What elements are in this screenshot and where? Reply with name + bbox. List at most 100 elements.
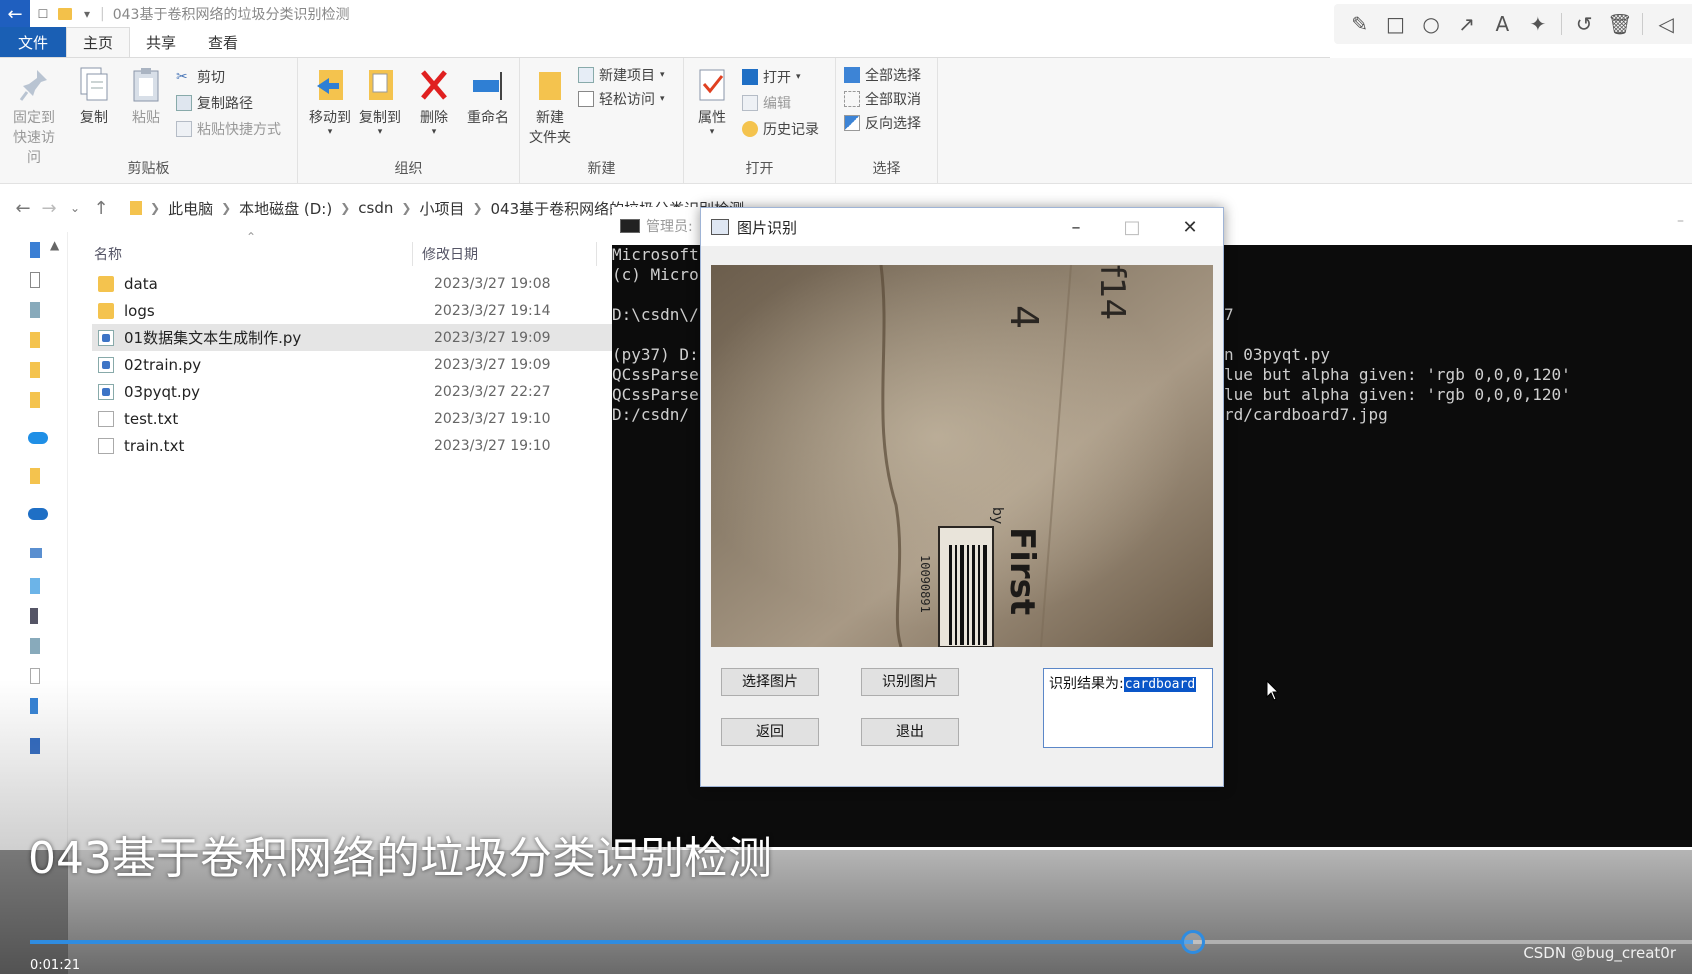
file-row-03pyqt[interactable]: 03pyqt.py 2023/3/27 22:27 xyxy=(92,378,612,405)
edit-button[interactable]: 编辑 xyxy=(742,92,791,114)
minimize-icon[interactable]: – xyxy=(1677,213,1684,229)
breadcrumb-separator: ❯ xyxy=(472,201,483,215)
magic-wand-icon[interactable]: ✦ xyxy=(1525,11,1551,37)
file-row-01-dataset-script[interactable]: 01数据集文本生成制作.py 2023/3/27 19:09 xyxy=(92,324,612,351)
select-none-button[interactable]: 全部取消 xyxy=(844,88,921,110)
breadcrumb-this-pc[interactable]: 此电脑 xyxy=(168,198,213,219)
back-button[interactable]: 返回 xyxy=(721,718,819,746)
copy-to-button[interactable]: 复制到 ▾ xyxy=(354,66,406,137)
ribbon-tabs: 文件 主页 共享 查看 xyxy=(0,27,1330,58)
video-icon[interactable] xyxy=(30,608,38,624)
file-row-02train[interactable]: 02train.py 2023/3/27 19:09 xyxy=(92,351,612,378)
file-row-data[interactable]: data 2023/3/27 19:08 xyxy=(92,270,612,297)
back-arrow-icon[interactable]: ← xyxy=(10,198,36,219)
tab-share[interactable]: 共享 xyxy=(130,27,192,57)
undo-icon[interactable]: ↺ xyxy=(1571,11,1597,37)
column-divider[interactable] xyxy=(596,242,597,266)
history-label: 历史记录 xyxy=(763,122,819,138)
console-line: QCssParse xyxy=(612,365,699,384)
chevron-down-icon[interactable]: ⌄ xyxy=(62,201,88,215)
edit-icon xyxy=(742,95,758,111)
rectangle-icon[interactable]: □ xyxy=(1382,11,1408,37)
breadcrumb-csdn[interactable]: csdn xyxy=(358,199,393,217)
breadcrumb-drive-d[interactable]: 本地磁盘 (D:) xyxy=(239,198,332,219)
photo-text-brand: First xyxy=(1002,527,1042,615)
save-icon[interactable]: ☐ xyxy=(34,5,52,23)
select-image-button[interactable]: 选择图片 xyxy=(721,668,819,696)
cut-button[interactable]: ✂ 剪切 xyxy=(176,66,225,88)
copy-button[interactable]: 复制 xyxy=(68,66,120,128)
tab-file[interactable]: 文件 xyxy=(0,27,67,57)
onedrive-icon[interactable] xyxy=(28,508,48,520)
image-recognition-dialog[interactable]: 图片识别 – □ ✕ 4 f14 10090891 by First 选择图片 … xyxy=(700,207,1224,787)
quick-access-icon[interactable] xyxy=(30,242,40,258)
paste-label: 粘贴 xyxy=(132,110,160,126)
folder-icon[interactable] xyxy=(30,332,40,348)
picture-icon[interactable] xyxy=(30,302,40,318)
speaker-icon[interactable]: ◁ xyxy=(1653,11,1679,37)
computer-icon[interactable] xyxy=(30,548,42,558)
new-item-icon xyxy=(578,67,594,83)
delete-button[interactable]: 删除 ▾ xyxy=(408,66,460,137)
move-to-button[interactable]: 移动到 ▾ xyxy=(304,66,356,137)
move-to-label: 移动到 xyxy=(309,110,351,126)
close-icon[interactable]: ✕ xyxy=(1163,208,1217,246)
python-file-icon xyxy=(98,383,114,400)
result-text-box[interactable]: 识别结果为:cardboard xyxy=(1043,668,1213,748)
new-item-button[interactable]: 新建项目 ▾ xyxy=(578,64,665,86)
pencil-icon[interactable]: ✎ xyxy=(1347,11,1373,37)
copy-path-button[interactable]: 复制路径 xyxy=(176,92,253,114)
easy-access-button[interactable]: 轻松访问 ▾ xyxy=(578,88,665,110)
folder-icon[interactable] xyxy=(30,468,40,484)
3d-objects-icon[interactable] xyxy=(30,578,40,594)
exit-button[interactable]: 退出 xyxy=(861,718,959,746)
arrow-icon[interactable]: ↗ xyxy=(1454,11,1480,37)
file-row-train-txt[interactable]: train.txt 2023/3/27 19:10 xyxy=(92,432,612,459)
file-row-test-txt[interactable]: test.txt 2023/3/27 19:10 xyxy=(92,405,612,432)
history-button[interactable]: 历史记录 xyxy=(742,118,819,140)
maximize-icon[interactable]: □ xyxy=(1105,208,1159,246)
recognize-image-button[interactable]: 识别图片 xyxy=(861,668,959,696)
folder-icon[interactable] xyxy=(30,392,40,408)
cardboard-photo: 4 f14 10090891 by First xyxy=(711,265,1213,647)
paste-shortcut-button[interactable]: 粘贴快捷方式 xyxy=(176,118,281,140)
move-to-icon xyxy=(317,70,343,100)
copy-path-label: 复制路径 xyxy=(197,96,253,112)
select-all-button[interactable]: 全部选择 xyxy=(844,64,921,86)
new-folder-button[interactable]: 新建 文件夹 xyxy=(524,66,576,148)
text-tool-icon[interactable]: A xyxy=(1489,11,1515,37)
column-header-name[interactable]: 名称 xyxy=(94,244,122,264)
picture-icon[interactable] xyxy=(30,638,40,654)
video-progress-bar[interactable] xyxy=(30,930,1692,954)
folder-icon[interactable] xyxy=(58,8,72,20)
column-divider[interactable] xyxy=(412,242,413,266)
python-file-icon xyxy=(98,329,114,346)
tab-home[interactable]: 主页 xyxy=(66,27,131,57)
paste-button[interactable]: 粘贴 xyxy=(120,66,172,128)
column-header-date[interactable]: 修改日期 xyxy=(422,244,478,264)
document-icon[interactable] xyxy=(30,272,40,288)
invert-selection-button[interactable]: 反向选择 xyxy=(844,112,921,134)
pin-quick-access-button[interactable]: 固定到 快速访问 xyxy=(8,66,60,168)
properties-button[interactable]: 属性 ▾ xyxy=(686,66,738,137)
up-arrow-icon[interactable]: ↑ xyxy=(88,198,114,219)
onedrive-icon[interactable] xyxy=(28,432,48,444)
copy-to-label: 复制到 xyxy=(359,110,401,126)
rename-button[interactable]: 重命名 xyxy=(462,66,514,128)
chevron-down-icon[interactable]: ▾ xyxy=(78,5,96,23)
folder-icon[interactable] xyxy=(30,362,40,378)
file-name: data xyxy=(124,274,158,293)
minimize-icon[interactable]: – xyxy=(1049,208,1103,246)
vscode-icon xyxy=(742,69,758,85)
dialog-title-bar[interactable]: 图片识别 – □ ✕ xyxy=(701,208,1223,246)
open-button[interactable]: 打开 ▾ xyxy=(742,66,801,88)
back-arrow-icon[interactable]: ← xyxy=(0,0,30,28)
tab-view[interactable]: 查看 xyxy=(192,27,254,57)
breadcrumb-small-projects[interactable]: 小项目 xyxy=(419,198,464,219)
circle-icon[interactable]: ○ xyxy=(1418,11,1444,37)
scroll-up-icon[interactable]: ▲ xyxy=(50,238,59,252)
forward-arrow-icon[interactable]: → xyxy=(36,198,62,219)
trash-icon[interactable]: 🗑 xyxy=(1607,11,1633,37)
text-file-icon xyxy=(98,437,114,454)
file-row-logs[interactable]: logs 2023/3/27 19:14 xyxy=(92,297,612,324)
